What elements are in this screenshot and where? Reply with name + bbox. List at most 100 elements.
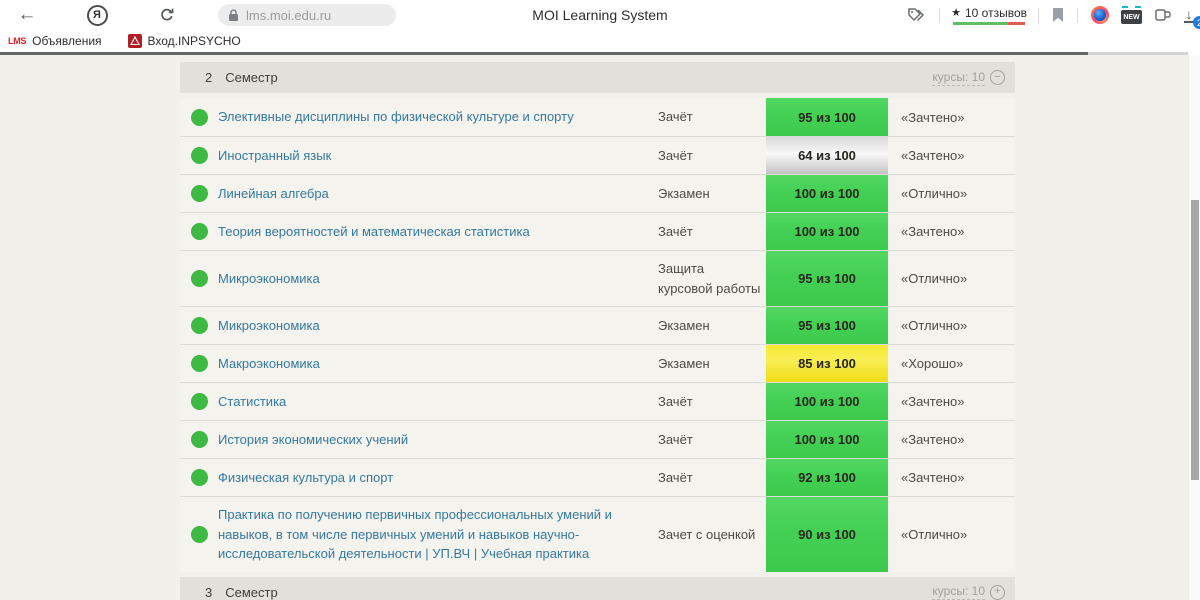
course-link[interactable]: Микроэкономика bbox=[218, 318, 320, 333]
toolbar-divider bbox=[1077, 7, 1078, 23]
url-text: lms.moi.edu.ru bbox=[246, 7, 332, 23]
score-badge: 85 из 100 bbox=[766, 345, 888, 382]
grades-table: 2 Семестр курсы: 10 − Элективные дисципл… bbox=[180, 62, 1015, 600]
status-dot bbox=[190, 393, 208, 410]
vertical-scrollbar[interactable] bbox=[1188, 55, 1200, 600]
course-link[interactable]: Элективные дисциплины по физической куль… bbox=[218, 109, 574, 124]
grade-text: «Отлично» bbox=[901, 526, 968, 542]
courses-count-link[interactable]: курсы: 10 bbox=[932, 70, 985, 86]
reviews-button[interactable]: ★ 10 отзывов bbox=[947, 6, 1031, 25]
assessment-type: Зачёт bbox=[658, 431, 693, 447]
status-dot bbox=[190, 469, 208, 486]
semester-label: Семестр bbox=[225, 584, 278, 600]
table-row: Практика по получению первичных професси… bbox=[180, 496, 1015, 572]
score-badge: 92 из 100 bbox=[766, 459, 888, 496]
course-link[interactable]: Линейная алгебра bbox=[218, 186, 329, 201]
grade-text: «Зачтено» bbox=[901, 109, 965, 125]
grade-rows: Элективные дисциплины по физической куль… bbox=[180, 98, 1015, 572]
table-row: Макроэкономика Экзамен 85 из 100 «Хорошо… bbox=[180, 344, 1015, 382]
bookmark-flag-icon[interactable] bbox=[1046, 0, 1070, 30]
assessment-type: Защита курсовой работы bbox=[658, 261, 761, 296]
score-text: 64 из 100 bbox=[798, 148, 856, 163]
toolbar-divider bbox=[1038, 7, 1039, 23]
star-icon: ★ bbox=[951, 7, 961, 19]
course-link[interactable]: Статистика bbox=[218, 394, 286, 409]
score-text: 95 из 100 bbox=[798, 318, 856, 333]
score-text: 95 из 100 bbox=[798, 109, 856, 125]
bookmark-label: Вход.INPSYCHO bbox=[147, 34, 241, 48]
score-badge: 95 из 100 bbox=[766, 307, 888, 344]
table-row: Теория вероятностей и математическая ста… bbox=[180, 212, 1015, 250]
assessment-type: Экзамен bbox=[658, 317, 710, 333]
new-badge: NEW bbox=[1123, 14, 1140, 21]
score-text: 100 из 100 bbox=[794, 432, 860, 447]
score-badge: 90 из 100 bbox=[766, 497, 888, 572]
course-link[interactable]: Теория вероятностей и математическая ста… bbox=[218, 224, 530, 239]
courses-count-link[interactable]: курсы: 10 bbox=[932, 584, 985, 600]
score-text: 100 из 100 bbox=[794, 394, 860, 409]
expand-icon[interactable]: + bbox=[990, 584, 1005, 600]
status-dot bbox=[190, 108, 208, 126]
browser-toolbar: ← Я lms.moi.edu.ru MOI Learning System ★… bbox=[0, 0, 1200, 30]
rating-bar bbox=[953, 21, 1026, 25]
score-text: 100 из 100 bbox=[794, 186, 860, 201]
assessment-type: Зачёт bbox=[658, 469, 693, 485]
inpsycho-favicon bbox=[127, 34, 142, 48]
grade-text: «Хорошо» bbox=[901, 356, 964, 371]
back-icon[interactable]: ← bbox=[10, 0, 44, 30]
downloads-icon[interactable]: ↓ 2 bbox=[1178, 0, 1200, 30]
grade-text: «Отлично» bbox=[901, 186, 968, 201]
course-link[interactable]: Микроэкономика bbox=[218, 271, 320, 286]
reviews-label: 10 отзывов bbox=[964, 5, 1027, 20]
assessment-type: Зачет с оценкой bbox=[658, 526, 756, 542]
toolbar-divider bbox=[939, 7, 941, 23]
grade-text: «Зачтено» bbox=[901, 432, 965, 447]
score-text: 85 из 100 bbox=[798, 356, 856, 371]
grade-text: «Зачтено» bbox=[901, 470, 965, 485]
status-dot bbox=[190, 185, 208, 202]
lms-page: 2 Семестр курсы: 10 − Элективные дисципл… bbox=[0, 55, 1188, 600]
refresh-icon[interactable] bbox=[152, 0, 182, 30]
table-row: Статистика Зачёт 100 из 100 «Зачтено» bbox=[180, 382, 1015, 420]
semester-header-2: 2 Семестр курсы: 10 − bbox=[180, 62, 1015, 93]
status-dot bbox=[190, 270, 208, 287]
bookmarks-bar: LMS Объявления Вход.INPSYCHO bbox=[0, 30, 1200, 52]
course-link[interactable]: Практика по получению первичных професси… bbox=[218, 507, 612, 561]
scrollbar-thumb[interactable] bbox=[1191, 200, 1199, 480]
course-link[interactable]: Иностранный язык bbox=[218, 148, 331, 163]
tabs-panel-icon[interactable] bbox=[1148, 0, 1178, 30]
semester-number: 3 bbox=[205, 584, 213, 600]
table-row: Иностранный язык Зачёт 64 из 100 «Зачтен… bbox=[180, 136, 1015, 174]
assessment-type: Зачёт bbox=[658, 393, 693, 409]
score-text: 95 из 100 bbox=[798, 271, 856, 286]
table-row: Микроэкономика Экзамен 95 из 100 «Отличн… bbox=[180, 306, 1015, 344]
color-extension-icon[interactable] bbox=[1085, 0, 1115, 30]
status-dot bbox=[190, 223, 208, 240]
course-link[interactable]: Макроэкономика bbox=[218, 356, 320, 371]
score-badge: 100 из 100 bbox=[766, 421, 888, 458]
course-link[interactable]: Физическая культура и спорт bbox=[218, 470, 393, 485]
yandex-tableau-icon[interactable]: Я bbox=[82, 0, 112, 30]
grade-text: «Зачтено» bbox=[901, 394, 965, 409]
status-dot bbox=[190, 317, 208, 334]
table-row: Элективные дисциплины по физической куль… bbox=[180, 98, 1015, 136]
bookmark-item-announcements[interactable]: LMS Объявления bbox=[8, 34, 102, 48]
table-row: Линейная алгебра Экзамен 100 из 100 «Отл… bbox=[180, 174, 1015, 212]
assessment-type: Зачёт bbox=[658, 223, 693, 239]
screenshot-new-icon[interactable]: NEW bbox=[1115, 0, 1148, 30]
assessment-type: Экзамен bbox=[658, 355, 710, 371]
score-badge: 64 из 100 bbox=[766, 137, 888, 174]
collapse-icon[interactable]: − bbox=[990, 70, 1005, 85]
address-bar[interactable]: lms.moi.edu.ru bbox=[218, 4, 396, 26]
page-title: MOI Learning System bbox=[532, 7, 668, 23]
grade-text: «Отлично» bbox=[901, 318, 968, 333]
grade-text: «Зачтено» bbox=[901, 224, 965, 239]
score-text: 90 из 100 bbox=[798, 526, 856, 542]
grade-text: «Зачтено» bbox=[901, 148, 965, 163]
course-link[interactable]: История экономических учений bbox=[218, 432, 408, 447]
score-badge: 95 из 100 bbox=[766, 251, 888, 306]
tags-icon[interactable] bbox=[901, 0, 932, 30]
bookmark-item-inpsycho[interactable]: Вход.INPSYCHO bbox=[127, 34, 241, 48]
grade-text: «Отлично» bbox=[901, 271, 968, 286]
score-badge: 100 из 100 bbox=[766, 213, 888, 250]
